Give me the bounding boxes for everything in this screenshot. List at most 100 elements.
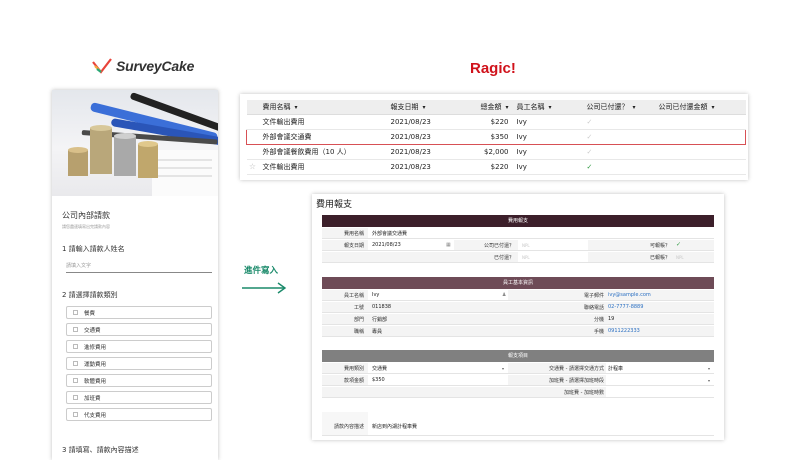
amount-field[interactable]	[368, 375, 508, 385]
cell-fee-name: 外部會議餐飲費用（10 人）	[258, 144, 387, 160]
star-cell	[246, 144, 259, 160]
option-training[interactable]: 進修費用	[66, 340, 212, 353]
column-header-label: 總金額	[480, 102, 502, 111]
name-input[interactable]: 請填入文字	[66, 262, 212, 273]
category-select[interactable]	[368, 363, 508, 373]
check-icon: ✓	[582, 159, 655, 175]
survey-form-panel[interactable]: 公司內部請款 請您盡速填寫出完請款內容 1 請輸入請款人姓名 請填入文字 2 請…	[52, 90, 218, 460]
check-icon: ✓	[582, 114, 655, 130]
column-header-fee-name[interactable]: 費用名稱 ▾	[258, 100, 387, 115]
option-software[interactable]: 軟體費用	[66, 374, 212, 387]
empno-label: 工號	[353, 305, 364, 311]
form-row-dept: 部門 行銷部 分機 19	[322, 314, 714, 325]
section-header-items: 報支項目	[322, 350, 714, 362]
applied-label: 已報帳？	[649, 255, 670, 261]
option-overtime[interactable]: 加班費	[66, 391, 212, 404]
checkbox-icon	[73, 327, 78, 332]
table-row[interactable]: 文件輸出費用 2021/08/23 $220 Ivy ✓	[246, 114, 746, 130]
expense-list-table: 費用名稱 ▾ 報支日期 ▾ 總金額 ▾ 員工名稱 ▾ 公司已付還？ ▾ 公司已付還金額 ▾	[246, 100, 746, 175]
column-header-label: 公司已付還金額	[658, 102, 708, 111]
option-sports[interactable]: 運動費用	[66, 357, 212, 370]
caret-down-icon: ▾	[711, 103, 715, 111]
cell-amount: $350	[458, 128, 513, 145]
option-label: 交通費	[84, 327, 101, 334]
checkbox-icon	[73, 361, 78, 366]
column-header-date[interactable]: 報支日期 ▾	[386, 100, 459, 115]
option-label: 進修費用	[84, 344, 107, 351]
chevron-down-icon: ▾	[708, 378, 711, 383]
section-header-expense: 費用報支	[322, 215, 714, 227]
dept-label: 部門	[353, 317, 364, 323]
caret-down-icon: ▾	[294, 103, 298, 111]
caret-down-icon: ▾	[548, 103, 552, 111]
section-header-employee: 員工基本資訊	[322, 277, 714, 289]
form-row-title: 職稱 專員 手機 0911222333	[322, 326, 714, 337]
overtime-select[interactable]	[606, 375, 714, 385]
description-field[interactable]	[368, 412, 714, 435]
phone-value[interactable]: 02-7777-8889	[608, 304, 643, 310]
cell-employee: Ivy	[512, 114, 583, 130]
form-row-emp-name: 員工名稱 Ivy ♟ 電子郵件 ivy@sample.com	[322, 290, 714, 301]
can-apply-label: 可報帳？	[649, 243, 670, 249]
ragic-list-view: 費用名稱 ▾ 報支日期 ▾ 總金額 ▾ 員工名稱 ▾ 公司已付還？ ▾ 公司已付還金額 ▾	[240, 94, 748, 180]
transport-value: 計程車	[608, 366, 624, 372]
description-value: 新店到內湖計程車費	[372, 424, 418, 430]
chevron-down-icon: ▾	[708, 366, 711, 371]
checkbox-icon	[73, 395, 78, 400]
form-row-amount: 款項金額 $350 加班費 - 請選擇加班時段 ▾	[322, 375, 714, 386]
option-meal[interactable]: 餐費	[66, 306, 212, 319]
expense-list-body: 文件輸出費用 2021/08/23 $220 Ivy ✓ 外部會議交通費 2021/08/2…	[246, 114, 746, 175]
cell-paid-amount	[654, 144, 746, 160]
emp-name-field[interactable]	[368, 290, 508, 300]
column-header-paid-amount[interactable]: 公司已付還金額 ▾	[654, 100, 746, 115]
caret-down-icon: ▾	[505, 103, 509, 111]
ext-label: 分機	[593, 317, 604, 323]
caret-down-icon: ▾	[632, 103, 636, 111]
form-title: 公司內部請款	[62, 211, 110, 220]
chevron-down-icon: ▾	[502, 366, 505, 371]
option-label: 餐費	[84, 310, 96, 317]
cell-amount: $220	[458, 114, 513, 130]
company-paid-placeholder: NPL	[522, 243, 530, 248]
overtime-hours-label: 加班費 - 加班時數	[564, 390, 604, 396]
paid-label: 已付還？	[493, 255, 514, 261]
option-transport[interactable]: 交通費	[66, 323, 212, 336]
form-subtitle: 請您盡速填寫出完請款內容	[62, 224, 110, 229]
column-header-employee[interactable]: 員工名稱 ▾	[512, 100, 583, 115]
check-icon: ✓	[582, 128, 655, 145]
cell-date: 2021/08/23	[386, 114, 459, 130]
ragic-form-view: 費用報支 費用報支 費用名稱 外部會議交通費 報支日期 2021/08/23 ▦…	[312, 194, 724, 440]
cell-date: 2021/08/23	[386, 144, 459, 160]
checkbox-icon	[73, 344, 78, 349]
checkbox-icon	[73, 378, 78, 383]
cell-paid-amount	[654, 159, 746, 175]
column-header-company-paid[interactable]: 公司已付還？ ▾	[582, 100, 655, 115]
email-value[interactable]: ivy@sample.com	[608, 292, 651, 298]
table-row[interactable]: 外部會議餐飲費用（10 人） 2021/08/23 $2,000 Ivy ✓	[246, 144, 746, 160]
calendar-icon[interactable]: ▦	[446, 242, 451, 248]
table-row[interactable]: ☆ 文件輸出費用 2021/08/23 $220 Ivy ✓	[246, 159, 746, 175]
overtime-label: 加班費 - 請選擇加班時段	[549, 378, 604, 384]
cell-employee: Ivy	[512, 159, 583, 175]
check-icon[interactable]: ✓	[676, 241, 681, 248]
ragic-logo-text: Ragic!	[470, 60, 516, 77]
column-header-amount[interactable]: 總金額 ▾	[458, 100, 513, 115]
table-row[interactable]: 外部會議交通費 2021/08/23 $350 Ivy ✓	[246, 128, 746, 145]
option-label: 軟體費用	[84, 378, 107, 385]
column-header-label: 公司已付還？	[586, 102, 629, 111]
category-label: 費用類別	[343, 366, 364, 372]
date-value: 2021/08/23	[372, 242, 401, 248]
mobile-value[interactable]: 0911222333	[608, 328, 640, 334]
checkbox-icon	[73, 412, 78, 417]
surveycake-logo-icon	[92, 58, 112, 74]
person-icon[interactable]: ♟	[502, 292, 506, 298]
caret-down-icon: ▾	[422, 103, 426, 111]
fee-name-field[interactable]	[368, 228, 714, 238]
option-advance[interactable]: 代支費用	[66, 408, 212, 421]
phone-label: 聯絡電話	[583, 305, 604, 311]
category-value: 交通費	[372, 366, 388, 372]
table-header-row: 費用名稱 ▾ 報支日期 ▾ 總金額 ▾ 員工名稱 ▾ 公司已付還？ ▾ 公司已付還金額 ▾	[246, 100, 746, 115]
overtime-hours-field[interactable]	[606, 387, 714, 397]
star-cell	[246, 114, 259, 130]
form-row-category: 費用類別 交通費 ▾ 交通費 - 請選擇交通方式 計程車 ▾	[322, 363, 714, 374]
